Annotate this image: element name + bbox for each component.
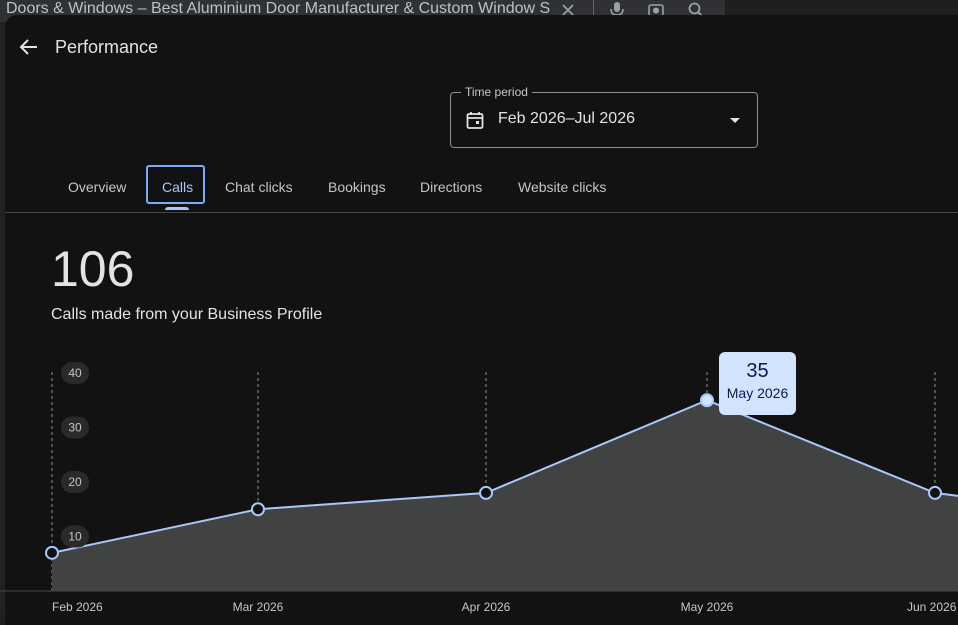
tooltip-value: 35 [746, 360, 769, 382]
tab-bar: Overview Calls Chat clicks Bookings Dire… [5, 165, 958, 213]
total-calls-description: Calls made from your Business Profile [51, 306, 323, 323]
tab-calls[interactable]: Calls [162, 165, 193, 209]
y-tick-label: 20 [68, 475, 82, 489]
x-tick-label: May 2026 [681, 600, 734, 614]
tab-website-clicks[interactable]: Website clicks [518, 165, 606, 209]
time-period-label: Time period [461, 85, 532, 99]
chart-tooltip: 35 May 2026 [719, 352, 796, 415]
time-period-select[interactable]: Time period Feb 2026–Jul 2026 [450, 85, 758, 148]
data-point [251, 502, 265, 517]
panel-header: Performance [5, 15, 958, 75]
dropdown-arrow-icon [727, 112, 743, 128]
back-arrow-icon[interactable] [17, 35, 41, 59]
data-point [700, 393, 714, 408]
data-point [928, 485, 942, 500]
time-period-value: Feb 2026–Jul 2026 [498, 110, 635, 127]
total-calls-value: 106 [51, 241, 135, 297]
tab-directions[interactable]: Directions [420, 165, 482, 209]
y-tick-label: 10 [68, 530, 82, 544]
x-tick-label: Apr 2026 [462, 600, 511, 614]
data-point [45, 545, 59, 560]
y-tick-label: 40 [68, 366, 82, 380]
tab-chat-clicks[interactable]: Chat clicks [225, 165, 293, 209]
area-fill [52, 400, 958, 591]
x-tick-label: Mar 2026 [233, 600, 284, 614]
active-tab-indicator [165, 207, 189, 210]
calendar-icon [465, 110, 485, 130]
tab-overview[interactable]: Overview [68, 165, 126, 209]
calls-area-chart: 10 20 30 40 Feb 2026 Mar 2026 Apr 2026 May 2026… [0, 362, 958, 614]
tab-bookings[interactable]: Bookings [328, 165, 386, 209]
page-title: Performance [55, 37, 159, 57]
x-tick-label: Jun 2026 [907, 600, 957, 614]
y-tick-label: 30 [68, 421, 82, 435]
x-tick-label: Feb 2026 [52, 600, 103, 614]
data-point [479, 485, 493, 500]
tooltip-label: May 2026 [726, 385, 789, 401]
